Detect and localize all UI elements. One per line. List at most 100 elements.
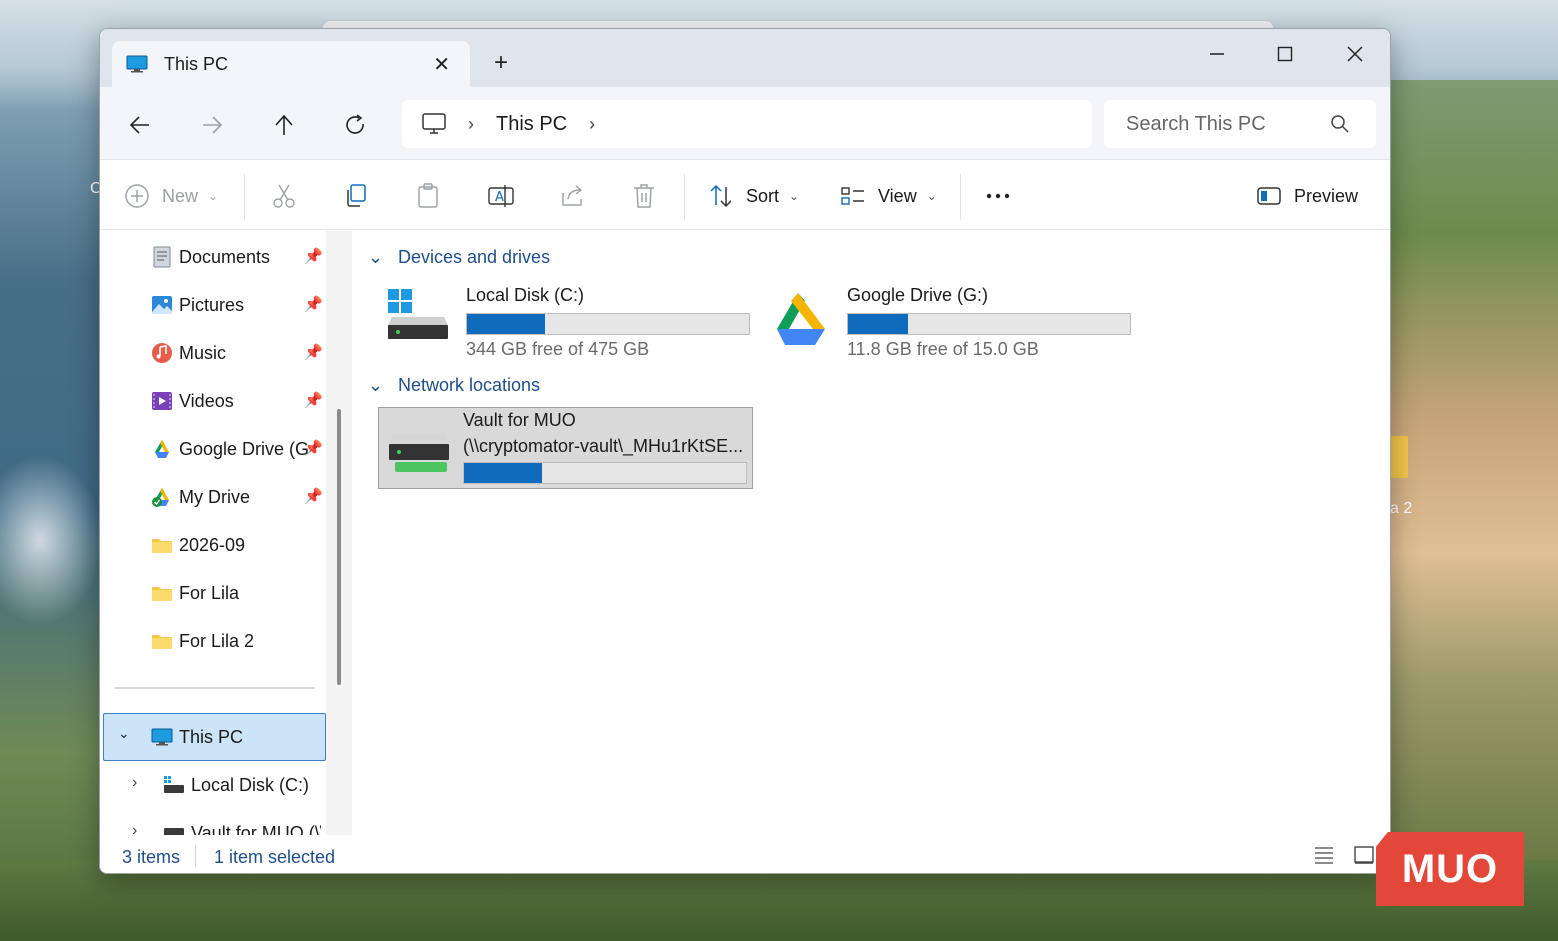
sidebar-item-documents[interactable]: Documents 📌 — [100, 235, 330, 279]
forward-button[interactable] — [196, 109, 228, 141]
drive-tile-google-drive[interactable]: Google Drive (G:) 11.8 GB free of 15.0 G… — [761, 283, 1131, 363]
content-pane: ⌄ Devices and drives Local Disk (C:) 344… — [356, 231, 1390, 835]
preview-label: Preview — [1294, 185, 1359, 206]
folder-icon — [152, 587, 172, 601]
toolbar-divider — [684, 174, 685, 220]
sidebar-item-local-disk[interactable]: › Local Disk (C:) — [100, 763, 330, 807]
monitor-icon — [151, 728, 173, 746]
chevron-down-icon[interactable]: ⌄ — [118, 725, 130, 742]
chevron-down-icon: ⌄ — [368, 375, 384, 395]
close-tab-icon[interactable]: ✕ — [433, 52, 450, 77]
up-button[interactable] — [268, 109, 300, 141]
pin-icon[interactable]: 📌 — [304, 295, 323, 313]
pin-icon[interactable]: 📌 — [304, 391, 323, 409]
details-view-icon[interactable] — [1314, 846, 1334, 864]
sidebar-item-label: My Drive — [179, 486, 250, 507]
monitor-icon — [126, 55, 148, 73]
sidebar-item-pictures[interactable]: Pictures 📌 — [100, 283, 330, 327]
chevron-right-icon[interactable]: › — [132, 822, 137, 835]
rename-icon: A — [488, 185, 514, 207]
toolbar-divider — [244, 174, 245, 220]
view-button[interactable]: View ⌄ — [840, 180, 937, 212]
drive-usage-fill — [848, 314, 909, 334]
view-icon — [841, 187, 864, 205]
arrow-left-icon — [129, 116, 149, 134]
drive-icon — [164, 776, 184, 793]
new-tab-button[interactable]: + — [494, 49, 508, 77]
drive-tile-local-disk[interactable]: Local Disk (C:) 344 GB free of 475 GB — [380, 283, 750, 363]
tiles-view-icon[interactable] — [1354, 846, 1374, 864]
maximize-button[interactable] — [1265, 39, 1305, 69]
my-drive-icon — [152, 488, 169, 507]
sidebar-item-label: For Lila — [179, 582, 240, 603]
trash-icon — [634, 184, 654, 208]
group-header-devices[interactable]: ⌄ Devices and drives — [368, 247, 550, 268]
rename-button[interactable]: A — [488, 180, 514, 212]
drive-usage-bar — [466, 313, 750, 335]
breadcrumb-chevron-icon[interactable]: › — [468, 114, 474, 135]
delete-button[interactable] — [632, 180, 656, 212]
sidebar-item-google-drive[interactable]: Google Drive (G:) 📌 — [100, 427, 330, 471]
search-input[interactable]: Search This PC — [1126, 113, 1266, 136]
toolbar-divider — [960, 174, 961, 220]
desktop-folder-label[interactable]: a 2 — [1390, 500, 1412, 518]
sidebar-item-videos[interactable]: Videos 📌 — [100, 379, 330, 423]
drive-free-space: 11.8 GB free of 15.0 GB — [847, 339, 1039, 359]
refresh-icon — [346, 114, 364, 134]
desktop-folder-icon[interactable] — [1390, 436, 1408, 478]
file-explorer-window: This PC ✕ + › This PC › Search This PC N… — [99, 28, 1391, 874]
sidebar-item-vault[interactable]: › Vault for MUO (\\ — [100, 811, 330, 835]
address-bar[interactable]: › This PC › — [402, 100, 1092, 148]
cut-button[interactable] — [272, 180, 296, 212]
pin-icon[interactable]: 📌 — [304, 343, 323, 361]
drive-free-space: 344 GB free of 475 GB — [466, 339, 650, 359]
network-location-vault[interactable]: Vault for MUO (\\cryptomator-vault\_MHu1… — [378, 407, 753, 489]
pin-icon[interactable]: 📌 — [304, 247, 323, 265]
search-box[interactable]: Search This PC — [1104, 100, 1376, 148]
drive-name: Local Disk (C:) — [466, 285, 585, 305]
paste-button[interactable] — [416, 180, 440, 212]
folder-icon — [152, 539, 172, 553]
pictures-icon — [152, 296, 172, 314]
tab-this-pc[interactable]: This PC ✕ — [112, 41, 470, 87]
sidebar-item-label: Music — [179, 342, 227, 363]
sidebar-item-folder[interactable]: For Lila — [100, 571, 330, 615]
share-button[interactable] — [560, 180, 586, 212]
pin-icon[interactable]: 📌 — [304, 439, 323, 457]
music-icon — [152, 343, 172, 363]
sort-icon — [710, 184, 732, 208]
pin-icon[interactable]: 📌 — [304, 487, 323, 505]
sort-button[interactable]: Sort ⌄ — [708, 180, 799, 212]
sidebar-item-music[interactable]: Music 📌 — [100, 331, 330, 375]
chevron-right-icon[interactable]: › — [132, 774, 137, 792]
sidebar-item-this-pc-row[interactable]: ⌄ This PC — [100, 715, 330, 759]
selection-count: 1 item selected — [214, 847, 336, 867]
navigation-pane: Documents 📌 Pictures 📌 Music 📌 Videos 📌 … — [100, 231, 352, 835]
preview-pane-button[interactable]: Preview — [1256, 180, 1358, 212]
computer-icon — [422, 113, 446, 134]
arrow-right-icon — [203, 116, 223, 134]
group-header-network[interactable]: ⌄ Network locations — [368, 375, 540, 396]
sidebar-item-folder[interactable]: 2026-09 — [100, 523, 330, 567]
sidebar-item-label: Vault for MUO (\\ — [191, 822, 321, 836]
refresh-button[interactable] — [340, 109, 372, 141]
network-location-path: (\\cryptomator-vault\_MHu1rKtSE... — [463, 436, 744, 456]
close-window-button[interactable] — [1335, 39, 1375, 69]
back-button[interactable] — [124, 109, 156, 141]
sidebar-item-folder[interactable]: For Lila 2 — [100, 619, 330, 663]
folder-icon — [152, 635, 172, 649]
navigation-bar: › This PC › Search This PC — [100, 87, 1390, 159]
sidebar-item-my-drive[interactable]: My Drive 📌 — [100, 475, 330, 519]
sidebar-scrollbar-thumb[interactable] — [337, 409, 341, 685]
minimize-button[interactable] — [1197, 39, 1237, 69]
more-options-button[interactable] — [984, 180, 1012, 212]
network-drive-icon — [164, 828, 184, 835]
google-drive-icon — [777, 293, 825, 345]
svg-text:A: A — [495, 190, 504, 205]
status-divider — [195, 845, 196, 867]
new-button[interactable]: New ⌄ — [124, 180, 218, 212]
breadcrumb-this-pc[interactable]: This PC — [496, 113, 567, 136]
copy-button[interactable] — [344, 180, 368, 212]
breadcrumb-expand-icon[interactable]: › — [589, 114, 595, 135]
more-icon — [986, 193, 1010, 199]
